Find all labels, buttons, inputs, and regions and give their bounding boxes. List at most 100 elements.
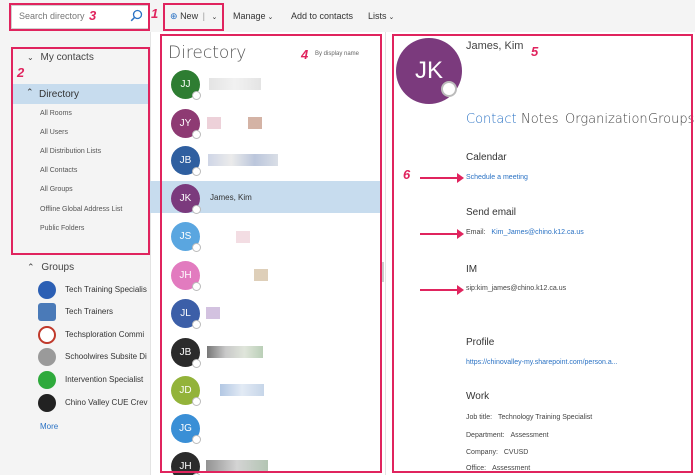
annotation-number: 2	[17, 65, 25, 80]
groups-label: Groups	[41, 262, 75, 273]
presence-icon	[192, 130, 201, 139]
company-label: Company:	[466, 449, 498, 456]
globe-icon	[38, 348, 56, 366]
avatar-initials: JH	[179, 270, 192, 281]
presence-icon	[192, 243, 201, 252]
sidebar-item-directory[interactable]: ⌃ Directory	[12, 84, 148, 104]
group-label: Schoolwires Subsite Di	[65, 352, 147, 361]
sidebar-item-all-groups[interactable]: All Groups	[40, 186, 73, 193]
email-link[interactable]: Kim_James@chino.k12.ca.us	[491, 229, 583, 236]
new-label: New	[180, 11, 199, 21]
annotation-arrow	[420, 229, 464, 239]
office-row: Office: Assessment	[466, 465, 530, 472]
more-link[interactable]: More	[40, 422, 58, 431]
redacted-name	[207, 346, 263, 358]
presence-icon	[192, 359, 201, 368]
job-title-label: Job title:	[466, 414, 493, 421]
redacted-name	[209, 78, 261, 90]
company-value: CVUSD	[503, 449, 529, 456]
tab-notes[interactable]: Notes	[521, 112, 559, 127]
profile-name: James, Kim	[466, 40, 524, 52]
directory-label: Directory	[39, 89, 80, 100]
manage-label: Manage	[233, 11, 266, 21]
sidebar-group-item[interactable]: Intervention Specialist	[38, 371, 150, 389]
my-contacts-header[interactable]: ⌄ My contacts	[27, 52, 94, 63]
presence-icon	[441, 81, 457, 97]
sidebar-group-item[interactable]: Techsploration Commi	[38, 326, 150, 344]
avatar[interactable]: JD	[171, 376, 201, 406]
sort-dropdown[interactable]: By display name	[315, 51, 359, 57]
people-icon	[38, 303, 56, 321]
annotation-number: 3	[89, 8, 97, 23]
scrollbar[interactable]	[380, 262, 384, 282]
contact-name: James, Kim	[210, 193, 252, 202]
chevron-up-icon: ⌃	[26, 87, 34, 97]
avatar-initials: JL	[180, 308, 191, 319]
department-value: Assessment	[510, 432, 549, 439]
search-input[interactable]: Search directory	[19, 11, 85, 21]
groups-header[interactable]: ⌃ Groups	[27, 262, 74, 273]
job-title-value: Technology Training Specialist	[498, 414, 593, 421]
avatar[interactable]: JG	[171, 414, 201, 444]
avatar[interactable]: JS	[171, 222, 201, 252]
annotation-box	[160, 34, 382, 473]
avatar[interactable]: JK	[171, 184, 201, 214]
sidebar-group-item[interactable]: Tech Trainers	[38, 303, 150, 321]
work-heading: Work	[466, 391, 490, 402]
sidebar-item-offline-global-address-list[interactable]: Offline Global Address List	[40, 206, 122, 213]
search-icon[interactable]	[130, 9, 143, 22]
search-box[interactable]: Search directory	[11, 5, 149, 29]
schedule-meeting-link[interactable]: Schedule a meeting	[466, 174, 528, 181]
manage-button[interactable]: Manage ⌄	[233, 11, 273, 21]
avatar[interactable]: JB	[171, 146, 201, 176]
avatar[interactable]: JY	[171, 109, 201, 139]
redacted-name	[236, 231, 250, 243]
annotation-number: 4	[301, 47, 309, 62]
avatar-initials: JB	[179, 155, 192, 166]
sidebar-group-item[interactable]: Tech Training Specialis	[38, 281, 150, 299]
avatar[interactable]: JL	[171, 299, 201, 329]
new-button[interactable]: ⊕ New | ⌄	[170, 11, 217, 22]
lists-button[interactable]: Lists ⌄	[368, 11, 394, 21]
calendar-heading: Calendar	[466, 152, 507, 163]
presence-icon	[192, 320, 201, 329]
annotation-number: 1	[151, 6, 159, 21]
annotation-arrow	[420, 285, 464, 295]
sidebar-item-all-contacts[interactable]: All Contacts	[40, 167, 77, 174]
tab-groups[interactable]: Groups	[648, 112, 694, 127]
group-label: Tech Training Specialis	[65, 285, 147, 294]
sidebar-item-all-rooms[interactable]: All Rooms	[40, 110, 72, 117]
avatar[interactable]: JH	[171, 452, 201, 475]
annotation-number: 5	[531, 44, 539, 59]
avatar[interactable]: JJ	[171, 70, 201, 100]
sidebar-item-all-users[interactable]: All Users	[40, 129, 68, 136]
annotation-arrow	[420, 173, 464, 183]
im-address[interactable]: sip:kim_james@chino.k12.ca.us	[466, 285, 566, 292]
add-to-contacts-button[interactable]: Add to contacts	[291, 11, 353, 21]
group-label: Intervention Specialist	[65, 375, 144, 384]
send-email-heading: Send email	[466, 207, 517, 218]
plus-circle-icon: ⊕	[170, 11, 178, 21]
avatar[interactable]: JH	[171, 261, 201, 291]
chevron-down-icon[interactable]: ⌄	[211, 14, 217, 21]
chevron-down-icon: ⌄	[388, 14, 395, 21]
avatar-initials: JB	[179, 347, 192, 358]
group-icon	[38, 371, 56, 389]
presence-icon	[192, 435, 201, 444]
tab-organization[interactable]: Organization	[565, 112, 648, 127]
avatar-initials: JH	[179, 461, 192, 472]
avatar-initials: JS	[179, 231, 192, 242]
sidebar-item-all-distribution-lists[interactable]: All Distribution Lists	[40, 148, 101, 155]
sidebar-group-item[interactable]: Schoolwires Subsite Di	[38, 348, 150, 366]
annotation-number: 6	[403, 167, 411, 182]
avatar-initials: JY	[179, 118, 192, 129]
sidebar-item-public-folders[interactable]: Public Folders	[40, 225, 84, 232]
department-label: Department:	[466, 432, 505, 439]
group-label: Tech Trainers	[65, 307, 114, 316]
sidebar-group-item[interactable]: Chino Valley CUE Crev	[38, 394, 150, 412]
tab-contact[interactable]: Contact	[466, 112, 517, 127]
presence-icon	[192, 91, 201, 100]
avatar[interactable]: JB	[171, 338, 201, 368]
profile-link[interactable]: https://chinovalley-my.sharepoint.com/pe…	[466, 359, 618, 366]
office-label: Office:	[466, 465, 487, 472]
